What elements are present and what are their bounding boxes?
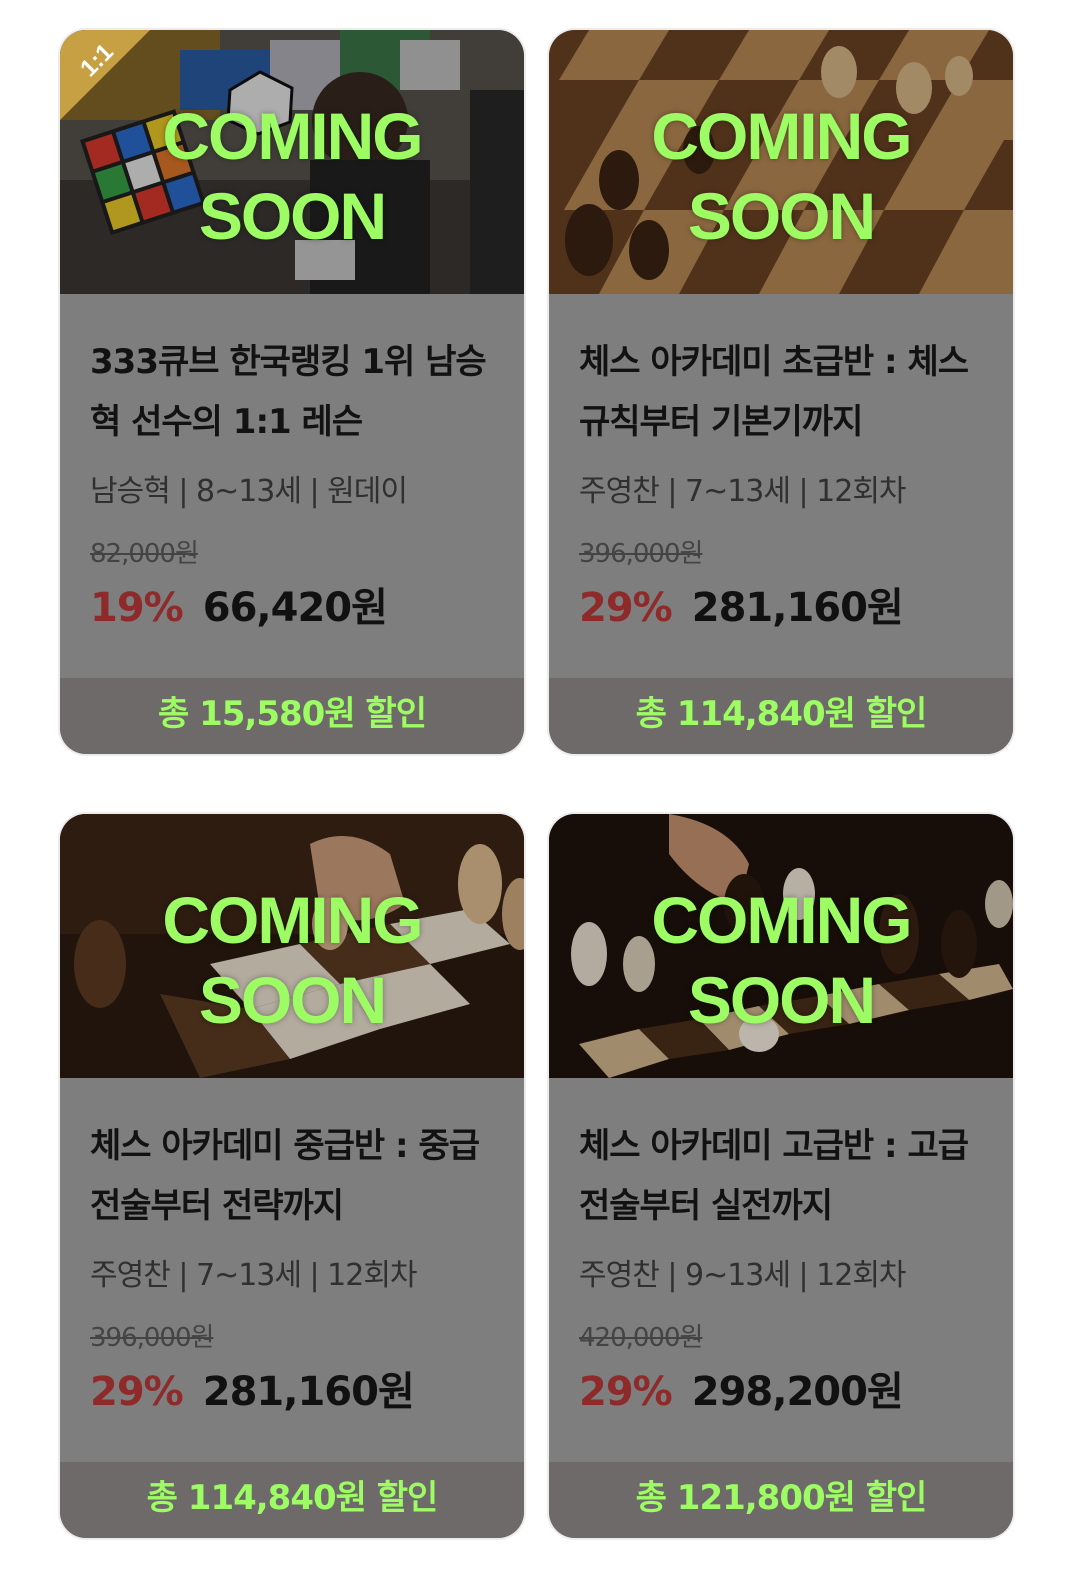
sale-price: 66,420원	[202, 585, 388, 631]
course-title: 333큐브 한국랭킹 1위 남승혁 선수의 1:1 레슨	[90, 342, 487, 442]
discount-percent: 29%	[579, 1369, 673, 1415]
course-thumbnail: 1:1 COMING SOON	[60, 30, 524, 294]
total-discount-bar: 총 15,580원 할인	[60, 678, 524, 754]
price-row: 29% 281,160원	[579, 582, 983, 634]
price-row: 29% 298,200원	[579, 1366, 983, 1418]
course-thumbnail: COMING SOON	[549, 30, 1013, 294]
sale-price: 298,200원	[691, 1369, 904, 1415]
course-meta: 주영찬 | 7~13세 | 12회차	[90, 1258, 418, 1293]
sale-price: 281,160원	[691, 585, 904, 631]
course-thumbnail: COMING SOON	[60, 814, 524, 1078]
course-title: 체스 아카데미 초급반 : 체스 규칙부터 기본기까지	[579, 342, 969, 442]
total-discount-bar: 총 114,840원 할인	[60, 1462, 524, 1538]
course-meta: 주영찬 | 7~13세 | 12회차	[579, 474, 907, 509]
total-discount-bar: 총 121,800원 할인	[549, 1462, 1013, 1538]
price-row: 19% 66,420원	[90, 582, 494, 634]
original-price: 82,000원	[90, 539, 199, 569]
course-card[interactable]: COMING SOON 체스 아카데미 중급반 : 중급 전술부터 전략까지 주영…	[60, 814, 524, 1538]
original-price: 420,000원	[579, 1323, 703, 1353]
course-card[interactable]: COMING SOON 체스 아카데미 초급반 : 체스 규칙부터 기본기까지 주…	[549, 30, 1013, 754]
course-thumbnail: COMING SOON	[549, 814, 1013, 1078]
price-row: 29% 281,160원	[90, 1366, 494, 1418]
course-grid: 1:1 COMING SOON 333큐브 한국랭킹 1위 남승혁 선수의 1:1…	[0, 0, 1080, 1578]
coming-soon-label: COMING SOON	[162, 883, 423, 1037]
course-card[interactable]: 1:1 COMING SOON 333큐브 한국랭킹 1위 남승혁 선수의 1:1…	[60, 30, 524, 754]
original-price: 396,000원	[579, 539, 703, 569]
course-meta: 남승혁 | 8~13세 | 원데이	[90, 474, 408, 509]
coming-soon-label: COMING SOON	[162, 99, 423, 253]
discount-percent: 29%	[579, 585, 673, 631]
course-meta: 주영찬 | 9~13세 | 12회차	[579, 1258, 907, 1293]
original-price: 396,000원	[90, 1323, 214, 1353]
discount-percent: 29%	[90, 1369, 184, 1415]
coming-soon-label: COMING SOON	[651, 883, 912, 1037]
total-discount-bar: 총 114,840원 할인	[549, 678, 1013, 754]
coming-soon-label: COMING SOON	[651, 99, 912, 253]
course-card[interactable]: COMING SOON 체스 아카데미 고급반 : 고급 전술부터 실전까지 주영…	[549, 814, 1013, 1538]
discount-percent: 19%	[90, 585, 184, 631]
course-title: 체스 아카데미 중급반 : 중급 전술부터 전략까지	[90, 1126, 480, 1226]
sale-price: 281,160원	[202, 1369, 415, 1415]
course-title: 체스 아카데미 고급반 : 고급 전술부터 실전까지	[579, 1126, 969, 1226]
